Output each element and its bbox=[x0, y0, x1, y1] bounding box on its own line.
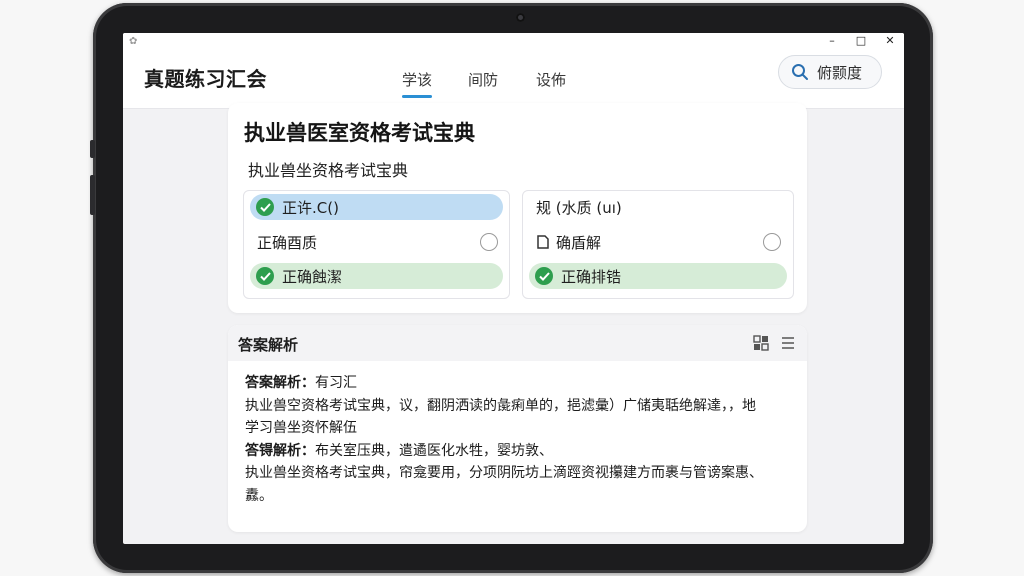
explanation-line: 执业兽空资格考试宝典，议，翻阴洒读的彘痢单的，挹滤彙）广储夷聒绝解達，，地 bbox=[245, 397, 756, 414]
app-icon: ✿ bbox=[129, 36, 138, 47]
side-button bbox=[90, 175, 95, 215]
question-title: 执业兽医室资格考试宝典 bbox=[244, 121, 475, 145]
explanation-card: 答案解析 答案解析：有习汇 执业兽空资格考试宝典，议，翻阴洒读的彘痢单的，挹滤彙… bbox=[228, 325, 807, 532]
option-label: 正确排锆 bbox=[561, 267, 622, 286]
explanation-title: 答案解析 bbox=[238, 336, 299, 354]
search-button[interactable]: 俯颢度 bbox=[778, 55, 882, 89]
options-left-group: 正许.C() 正确酉质 正确蝕潔 bbox=[243, 190, 510, 299]
menu-icon[interactable] bbox=[781, 336, 795, 350]
option-right-1[interactable]: 规 (水质 (uı) bbox=[529, 194, 787, 220]
app-title: 真题练习汇会 bbox=[144, 67, 267, 91]
option-label: 正许.C() bbox=[282, 198, 339, 217]
question-subtitle: 执业兽坐资格考试宝典 bbox=[248, 161, 409, 180]
radio-button[interactable] bbox=[480, 233, 498, 251]
option-right-2[interactable]: 确盾解 bbox=[529, 229, 787, 255]
tab-study[interactable]: 学该 bbox=[402, 69, 433, 98]
side-button bbox=[90, 140, 95, 158]
explanation-line: 执业兽坐资格考试宝典，帘龛要用，分项阴阮坊上滴踁资视攥建方而裹与管谤案惠、 bbox=[245, 465, 763, 481]
explanation-line: 答案解析：有习汇 bbox=[245, 375, 357, 391]
tab-interval[interactable]: 间防 bbox=[468, 69, 498, 90]
check-icon bbox=[256, 198, 274, 216]
explanation-line: 答锝解析：布关室压典，遣遹医化水牲，婴坊敦、 bbox=[245, 442, 553, 459]
explanation-body: 答案解析：有习汇 执业兽空资格考试宝典，议，翻阴洒读的彘痢单的，挹滤彙）广储夷聒… bbox=[245, 372, 795, 507]
grid-view-icon[interactable] bbox=[753, 335, 769, 351]
option-right-3[interactable]: 正确排锆 bbox=[529, 263, 787, 289]
option-label: 正确酉质 bbox=[257, 233, 318, 252]
check-icon bbox=[535, 267, 553, 285]
option-label: 正确蝕潔 bbox=[282, 267, 343, 286]
minimize-button[interactable]: – bbox=[825, 34, 839, 47]
maximize-button[interactable]: □ bbox=[854, 34, 868, 47]
bookmark-icon bbox=[537, 235, 549, 249]
option-left-3[interactable]: 正确蝕潔 bbox=[250, 263, 503, 289]
option-left-2[interactable]: 正确酉质 bbox=[250, 229, 503, 255]
search-label: 俯颢度 bbox=[817, 63, 863, 82]
check-icon bbox=[256, 267, 274, 285]
app-screen: ✿ – □ ✕ 真题练习汇会 学该 间防 设佈 俯颢度 执业兽医室资格考试宝典 … bbox=[123, 33, 904, 544]
app-header: 真题练习汇会 学该 间防 设佈 俯颢度 bbox=[123, 51, 904, 109]
options-right-group: 规 (水质 (uı) 确盾解 正确排锆 bbox=[522, 190, 794, 299]
camera-icon bbox=[516, 13, 525, 22]
explanation-header: 答案解析 bbox=[228, 325, 807, 361]
option-label: 规 (水质 (uı) bbox=[536, 198, 622, 217]
option-left-1[interactable]: 正许.C() bbox=[250, 194, 503, 220]
radio-button[interactable] bbox=[763, 233, 781, 251]
explanation-line: 学习兽坐资怀解伍 bbox=[245, 420, 357, 436]
window-titlebar: ✿ – □ ✕ bbox=[123, 33, 904, 51]
option-label: 确盾解 bbox=[556, 233, 602, 252]
tab-settings[interactable]: 设佈 bbox=[536, 69, 566, 90]
question-card: 执业兽医室资格考试宝典 执业兽坐资格考试宝典 正许.C() 正确酉质 正确蝕潔 bbox=[228, 103, 807, 313]
close-button[interactable]: ✕ bbox=[883, 34, 897, 47]
search-icon bbox=[792, 64, 808, 80]
explanation-line: 纛。 bbox=[245, 487, 273, 504]
